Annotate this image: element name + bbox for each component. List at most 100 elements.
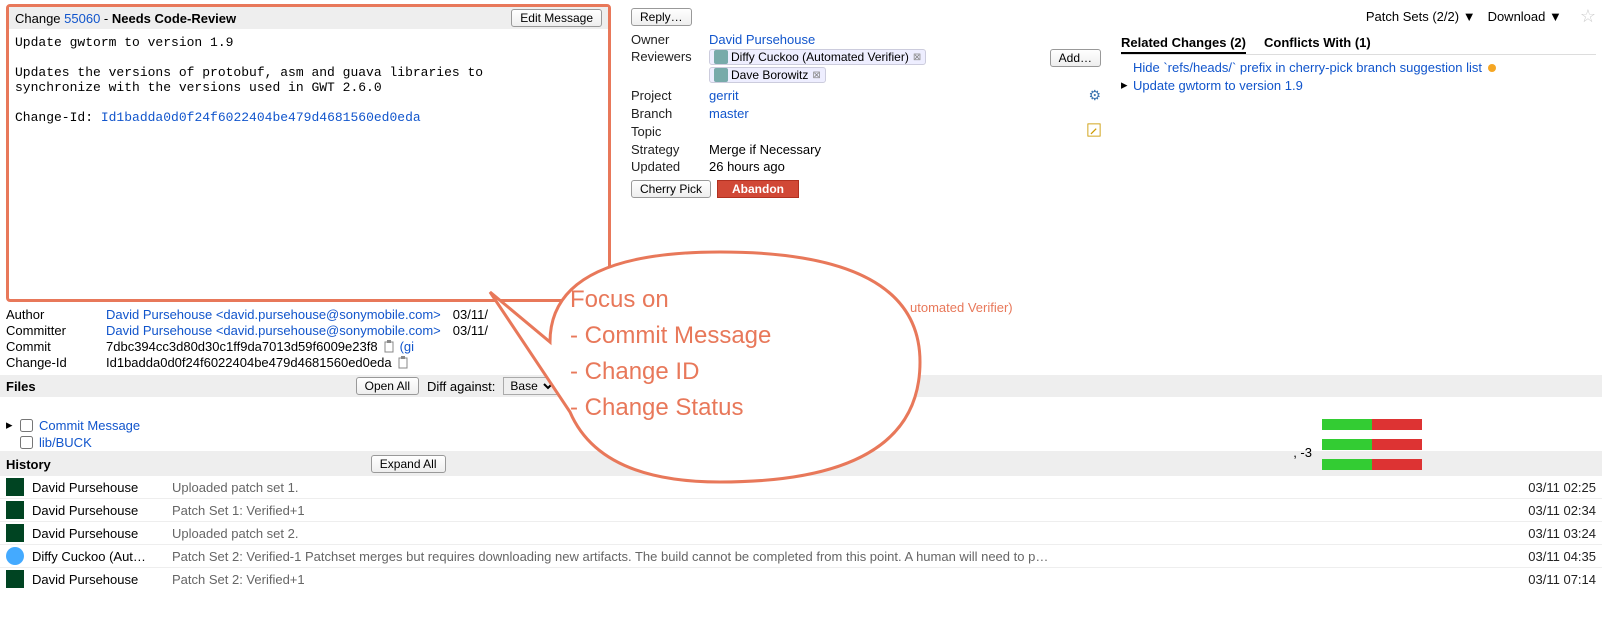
updated-value: 26 hours ago bbox=[709, 159, 785, 174]
commit-details: Author David Pursehouse <david.pursehous… bbox=[0, 302, 1602, 375]
author-date: 03/11/ bbox=[453, 307, 488, 322]
updated-label: Updated bbox=[631, 159, 709, 174]
file-row[interactable]: ▸ Commit Message bbox=[0, 416, 1602, 434]
avatar bbox=[6, 501, 24, 519]
clipboard-icon[interactable] bbox=[382, 340, 396, 354]
status-dot-icon bbox=[1488, 64, 1496, 72]
reviewer-name: Diffy Cuckoo (Automated Verifier) bbox=[731, 50, 909, 64]
author-label: Author bbox=[6, 307, 106, 322]
abandon-button[interactable]: Abandon bbox=[717, 180, 799, 198]
file-row[interactable]: lib/BUCK bbox=[0, 434, 1602, 451]
patch-sets-toggle[interactable]: Patch Sets (2/2) ▼ bbox=[1366, 9, 1476, 24]
history-date: 03/11 04:35 bbox=[1506, 549, 1596, 564]
history-message: Uploaded patch set 2. bbox=[172, 526, 1506, 541]
author-link[interactable]: David Pursehouse <david.pursehouse@sonym… bbox=[106, 307, 441, 322]
history-row[interactable]: David PursehousePatch Set 2: Verified+10… bbox=[0, 567, 1602, 590]
history-message: Patch Set 2: Verified-1 Patchset merges … bbox=[172, 549, 1506, 564]
related-change-item[interactable]: ▸ Update gwtorm to version 1.9 bbox=[1121, 76, 1596, 94]
history-row[interactable]: David PursehouseUploaded patch set 1.03/… bbox=[0, 475, 1602, 498]
branch-link[interactable]: master bbox=[709, 106, 749, 121]
cherry-pick-button[interactable]: Cherry Pick bbox=[631, 180, 711, 198]
commit-message-panel: Change 55060 - Needs Code-Review Edit Me… bbox=[6, 4, 611, 302]
reviewers-label: Reviewers bbox=[631, 49, 709, 64]
file-checkbox[interactable] bbox=[20, 419, 33, 432]
history-author: Diffy Cuckoo (Aut… bbox=[32, 549, 172, 564]
reviewer-chip[interactable]: Dave Borowitz ⊠ bbox=[709, 67, 826, 83]
committer-label: Committer bbox=[6, 323, 106, 338]
change-title: Change 55060 - Needs Code-Review bbox=[15, 11, 236, 26]
project-label: Project bbox=[631, 88, 709, 103]
diff-summary: , -3 bbox=[1293, 445, 1312, 460]
avatar bbox=[6, 478, 24, 496]
file-summary-row: , -3 bbox=[0, 451, 1602, 453]
history-author: David Pursehouse bbox=[32, 480, 172, 495]
file-path-header: File Path bbox=[0, 397, 1602, 416]
commit-message-body: Update gwtorm to version 1.9 Updates the… bbox=[9, 29, 608, 299]
avatar bbox=[6, 524, 24, 542]
reviewer-name: Dave Borowitz bbox=[731, 68, 808, 82]
pencil-icon[interactable] bbox=[1087, 123, 1101, 140]
commit-sha: 7dbc394cc3d80d30c1ff9da7013d59f6009e23f8 bbox=[106, 339, 378, 354]
avatar bbox=[6, 547, 24, 565]
tab-related-changes[interactable]: Related Changes (2) bbox=[1121, 33, 1246, 54]
history-header-label: History bbox=[6, 457, 51, 472]
history-author: David Pursehouse bbox=[32, 526, 172, 541]
hidden-text: utomated Verifier) bbox=[910, 300, 1013, 315]
diff-base-select[interactable]: Base bbox=[503, 377, 557, 395]
related-change-item[interactable]: Hide `refs/heads/` prefix in cherry-pick… bbox=[1121, 59, 1596, 76]
change-status: Needs Code-Review bbox=[112, 11, 236, 26]
history-table: David PursehouseUploaded patch set 1.03/… bbox=[0, 475, 1602, 590]
owner-label: Owner bbox=[631, 32, 709, 47]
file-link[interactable]: lib/BUCK bbox=[39, 435, 92, 450]
change-number-link[interactable]: 55060 bbox=[64, 11, 100, 26]
star-icon[interactable]: ☆ bbox=[1580, 6, 1596, 27]
tab-conflicts-with[interactable]: Conflicts With (1) bbox=[1264, 33, 1371, 54]
avatar bbox=[714, 68, 728, 82]
owner-link[interactable]: David Pursehouse bbox=[709, 32, 815, 47]
expand-all-button[interactable]: Expand All bbox=[371, 455, 446, 473]
history-row[interactable]: Diffy Cuckoo (Aut…Patch Set 2: Verified-… bbox=[0, 544, 1602, 567]
clipboard-icon[interactable] bbox=[396, 356, 410, 370]
related-change-link[interactable]: Update gwtorm to version 1.9 bbox=[1133, 78, 1303, 93]
changeid-label: Change-Id bbox=[6, 355, 106, 370]
avatar bbox=[6, 570, 24, 588]
file-link[interactable]: Commit Message bbox=[39, 418, 140, 433]
gitweb-link[interactable]: (gi bbox=[400, 339, 414, 354]
history-author: David Pursehouse bbox=[32, 503, 172, 518]
current-indicator: ▸ bbox=[1121, 77, 1133, 93]
committer-date: 03/11/ bbox=[453, 323, 488, 338]
changeid-value: Id1badda0d0f24f6022404be479d4681560ed0ed… bbox=[106, 355, 392, 370]
history-date: 03/11 03:24 bbox=[1506, 526, 1596, 541]
history-row[interactable]: David PursehousePatch Set 1: Verified+10… bbox=[0, 498, 1602, 521]
separator: - bbox=[100, 11, 112, 26]
file-checkbox[interactable] bbox=[20, 436, 33, 449]
history-author: David Pursehouse bbox=[32, 572, 172, 587]
related-changes-panel: Patch Sets (2/2) ▼ Download ▼ ☆ Related … bbox=[1121, 4, 1596, 98]
history-date: 03/11 02:34 bbox=[1506, 503, 1596, 518]
history-date: 03/11 07:14 bbox=[1506, 572, 1596, 587]
strategy-value: Merge if Necessary bbox=[709, 142, 821, 157]
history-message: Patch Set 1: Verified+1 bbox=[172, 503, 1506, 518]
related-change-link[interactable]: Hide `refs/heads/` prefix in cherry-pick… bbox=[1133, 60, 1482, 75]
add-reviewer-button[interactable]: Add… bbox=[1050, 49, 1101, 67]
project-link[interactable]: gerrit bbox=[709, 88, 739, 103]
reviewer-chip[interactable]: Diffy Cuckoo (Automated Verifier) ⊠ bbox=[709, 49, 926, 65]
commit-change-id-link[interactable]: Id1badda0d0f24f6022404be479d4681560ed0ed… bbox=[101, 110, 421, 125]
avatar bbox=[714, 50, 728, 64]
remove-reviewer-icon[interactable]: ⊠ bbox=[913, 52, 921, 63]
change-prefix: Change bbox=[15, 11, 64, 26]
remove-reviewer-icon[interactable]: ⊠ bbox=[812, 70, 820, 81]
committer-link[interactable]: David Pursehouse <david.pursehouse@sonym… bbox=[106, 323, 441, 338]
change-meta-panel: Reply… Owner David Pursehouse Reviewers … bbox=[631, 4, 1101, 198]
reply-button[interactable]: Reply… bbox=[631, 8, 692, 26]
expand-triangle-icon[interactable]: ▸ bbox=[6, 417, 20, 433]
strategy-label: Strategy bbox=[631, 142, 709, 157]
gear-icon[interactable]: ⚙ bbox=[1088, 87, 1101, 104]
download-toggle[interactable]: Download ▼ bbox=[1488, 9, 1562, 24]
edit-message-button[interactable]: Edit Message bbox=[511, 9, 602, 27]
open-all-button[interactable]: Open All bbox=[356, 377, 419, 395]
history-message: Patch Set 2: Verified+1 bbox=[172, 572, 1506, 587]
history-message: Uploaded patch set 1. bbox=[172, 480, 1506, 495]
history-row[interactable]: David PursehouseUploaded patch set 2.03/… bbox=[0, 521, 1602, 544]
files-header: Files Open All Diff against: Base bbox=[0, 375, 1602, 397]
